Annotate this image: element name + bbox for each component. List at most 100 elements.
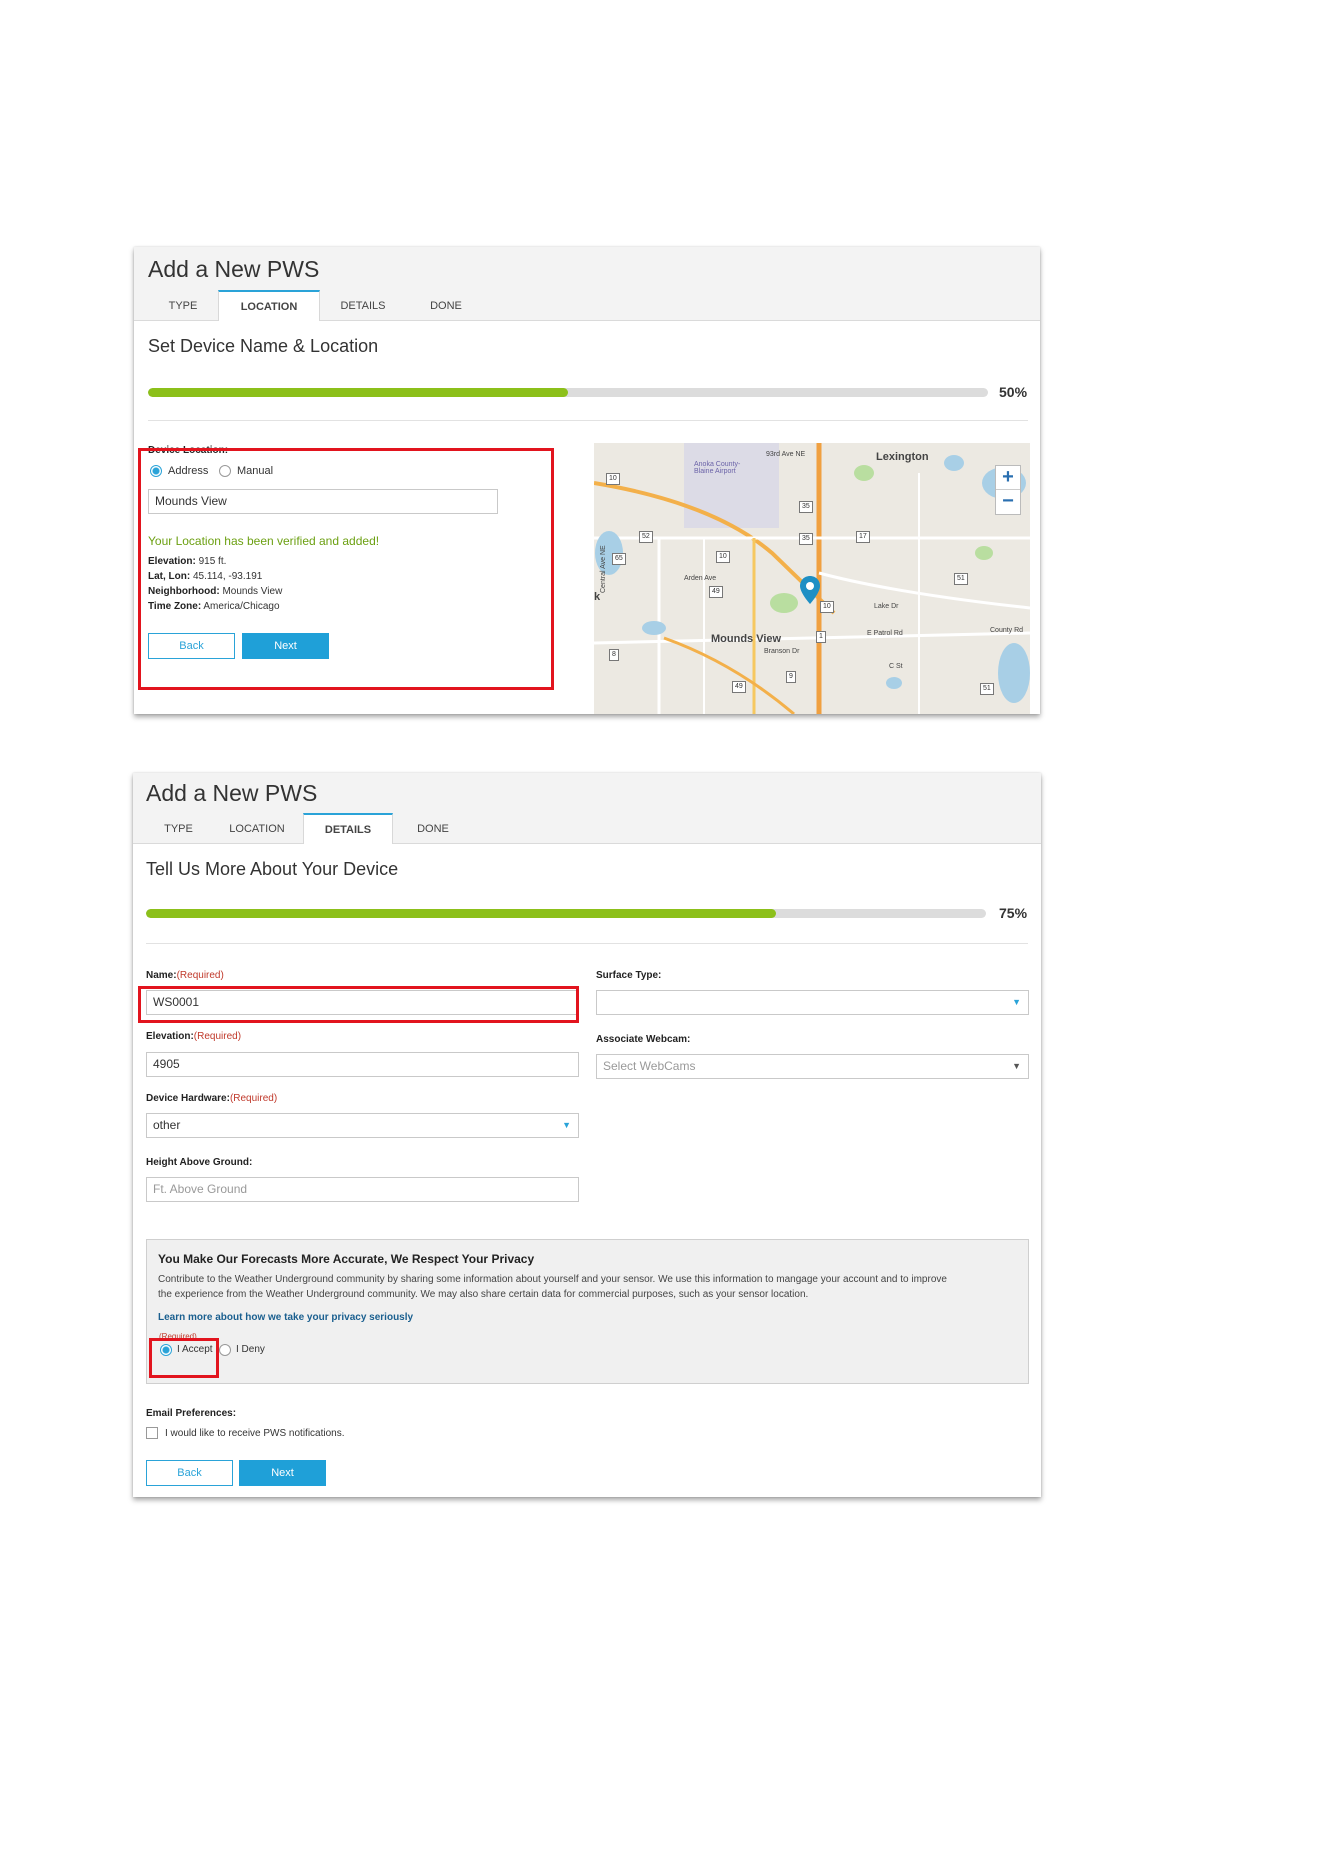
- elevation-value: 915 ft.: [198, 556, 227, 567]
- route-shield: 49: [732, 681, 746, 693]
- elevation-input[interactable]: 4905: [146, 1052, 579, 1077]
- tab-done[interactable]: DONE: [406, 290, 486, 320]
- neighborhood-row: Neighborhood: Mounds View: [148, 584, 282, 599]
- manual-radio[interactable]: [219, 465, 231, 477]
- email-label: Email Preferences:: [146, 1408, 237, 1419]
- location-input[interactable]: Mounds View: [148, 489, 498, 514]
- name-label-text: Name:: [146, 970, 177, 981]
- hardware-label: Device Hardware:(Required): [146, 1093, 277, 1104]
- elevation-label: Elevation:(Required): [146, 1031, 241, 1042]
- map-pin-icon[interactable]: [799, 575, 821, 605]
- tab-location[interactable]: LOCATION: [218, 290, 320, 321]
- map-label-93rd: 93rd Ave NE: [766, 451, 806, 458]
- divider: [146, 943, 1028, 944]
- section-title: Tell Us More About Your Device: [146, 859, 399, 879]
- caret-down-icon: ▼: [1012, 1061, 1021, 1071]
- accept-radio-label: I Accept: [177, 1344, 213, 1355]
- lake: [998, 643, 1030, 703]
- elevation-row: Elevation: 915 ft.: [148, 554, 282, 569]
- lake: [642, 621, 666, 635]
- timezone-value: America/Chicago: [203, 601, 280, 612]
- deny-radio-label: I Deny: [236, 1344, 265, 1355]
- name-input[interactable]: WS0001: [146, 990, 579, 1015]
- verified-message: Your Location has been verified and adde…: [148, 534, 380, 548]
- progress-bar: [146, 909, 986, 918]
- back-button[interactable]: Back: [146, 1460, 233, 1486]
- back-button[interactable]: Back: [148, 633, 235, 659]
- location-map[interactable]: Lexington Anoka County- Blaine Airport 9…: [594, 443, 1030, 714]
- route-shield: 9: [786, 671, 796, 683]
- email-checkbox[interactable]: [146, 1427, 158, 1439]
- surface-label: Surface Type:: [596, 970, 662, 981]
- required-tag: (Required): [229, 1093, 278, 1104]
- route-shield: 1: [816, 631, 826, 643]
- webcam-placeholder: Select WebCams: [603, 1059, 696, 1073]
- progress-fill: [148, 388, 568, 397]
- required-tag: (Required): [176, 970, 224, 981]
- progress-bar: [148, 388, 988, 397]
- neighborhood-key: Neighborhood:: [148, 586, 220, 597]
- tab-type[interactable]: TYPE: [148, 290, 218, 320]
- zoom-out-button[interactable]: −: [996, 490, 1020, 514]
- caret-down-icon: ▼: [562, 1120, 571, 1130]
- divider: [148, 420, 1028, 421]
- latlon-row: Lat, Lon: 45.114, -93.191: [148, 569, 282, 584]
- map-label-branson: Branson Dr: [764, 648, 800, 655]
- route-shield: 49: [709, 586, 723, 598]
- park: [854, 465, 874, 481]
- address-radio-label: Address: [168, 465, 209, 477]
- hardware-select[interactable]: other ▼: [146, 1113, 579, 1138]
- section-title: Set Device Name & Location: [148, 336, 379, 356]
- lake: [886, 677, 902, 689]
- next-button[interactable]: Next: [239, 1460, 326, 1486]
- deny-radio[interactable]: [219, 1344, 231, 1356]
- privacy-body-line: the experience from the Weather Undergro…: [158, 1289, 809, 1300]
- map-label-county-rd: County Rd: [990, 627, 1024, 634]
- route-shield: 51: [980, 683, 994, 695]
- route-shield: 52: [639, 531, 653, 543]
- privacy-title: You Make Our Forecasts More Accurate, We…: [158, 1252, 535, 1266]
- accept-radio[interactable]: [160, 1344, 172, 1356]
- details-panel: Add a New PWS TYPE LOCATION DETAILS DONE…: [133, 773, 1041, 1497]
- tab-location[interactable]: LOCATION: [211, 813, 303, 843]
- wizard-tabs: TYPE LOCATION DETAILS DONE: [146, 813, 473, 844]
- route-shield: 65: [612, 553, 626, 565]
- zoom-in-button[interactable]: +: [996, 466, 1020, 490]
- lake: [944, 455, 964, 471]
- address-radio[interactable]: [150, 465, 162, 477]
- hardware-label-text: Device Hardware:: [146, 1093, 230, 1104]
- email-checkbox-label: I would like to receive PWS notification…: [165, 1428, 345, 1439]
- tab-details[interactable]: DETAILS: [303, 813, 393, 844]
- webcam-select[interactable]: Select WebCams ▼: [596, 1054, 1029, 1079]
- tab-done[interactable]: DONE: [393, 813, 473, 843]
- panel-header: Add a New PWS TYPE LOCATION DETAILS DONE: [133, 773, 1041, 844]
- name-label: Name:(Required): [146, 970, 224, 981]
- route-shield: 10: [820, 601, 834, 613]
- progress-percent: 75%: [999, 905, 1028, 921]
- park: [975, 546, 993, 560]
- park: [770, 593, 798, 613]
- timezone-row: Time Zone: America/Chicago: [148, 599, 282, 614]
- panel-header: Add a New PWS TYPE LOCATION DETAILS DONE: [134, 247, 1040, 321]
- map-label-lake-dr: Lake Dr: [874, 603, 899, 610]
- tab-details[interactable]: DETAILS: [320, 290, 406, 320]
- progress-fill: [146, 909, 776, 918]
- tab-type[interactable]: TYPE: [146, 813, 211, 843]
- latlon-value: 45.114, -93.191: [193, 571, 263, 582]
- street-road: [818, 571, 1030, 610]
- timezone-key: Time Zone:: [148, 601, 202, 612]
- airport-area: [684, 443, 779, 528]
- privacy-link[interactable]: Learn more about how we take your privac…: [158, 1312, 413, 1323]
- surface-select[interactable]: ▼: [596, 990, 1029, 1015]
- route-shield: 51: [954, 573, 968, 585]
- map-label-lexington: Lexington: [876, 451, 929, 463]
- zoom-controls: + −: [995, 465, 1021, 515]
- route-shield: 35: [799, 501, 813, 513]
- page-title: Add a New PWS: [148, 256, 320, 282]
- next-button[interactable]: Next: [242, 633, 329, 659]
- map-label-central-ave: Central Ave NE: [600, 545, 607, 593]
- location-panel: Add a New PWS TYPE LOCATION DETAILS DONE…: [134, 247, 1040, 714]
- height-input[interactable]: Ft. Above Ground: [146, 1177, 579, 1202]
- caret-down-icon: ▼: [1012, 997, 1021, 1007]
- height-label: Height Above Ground:: [146, 1157, 253, 1168]
